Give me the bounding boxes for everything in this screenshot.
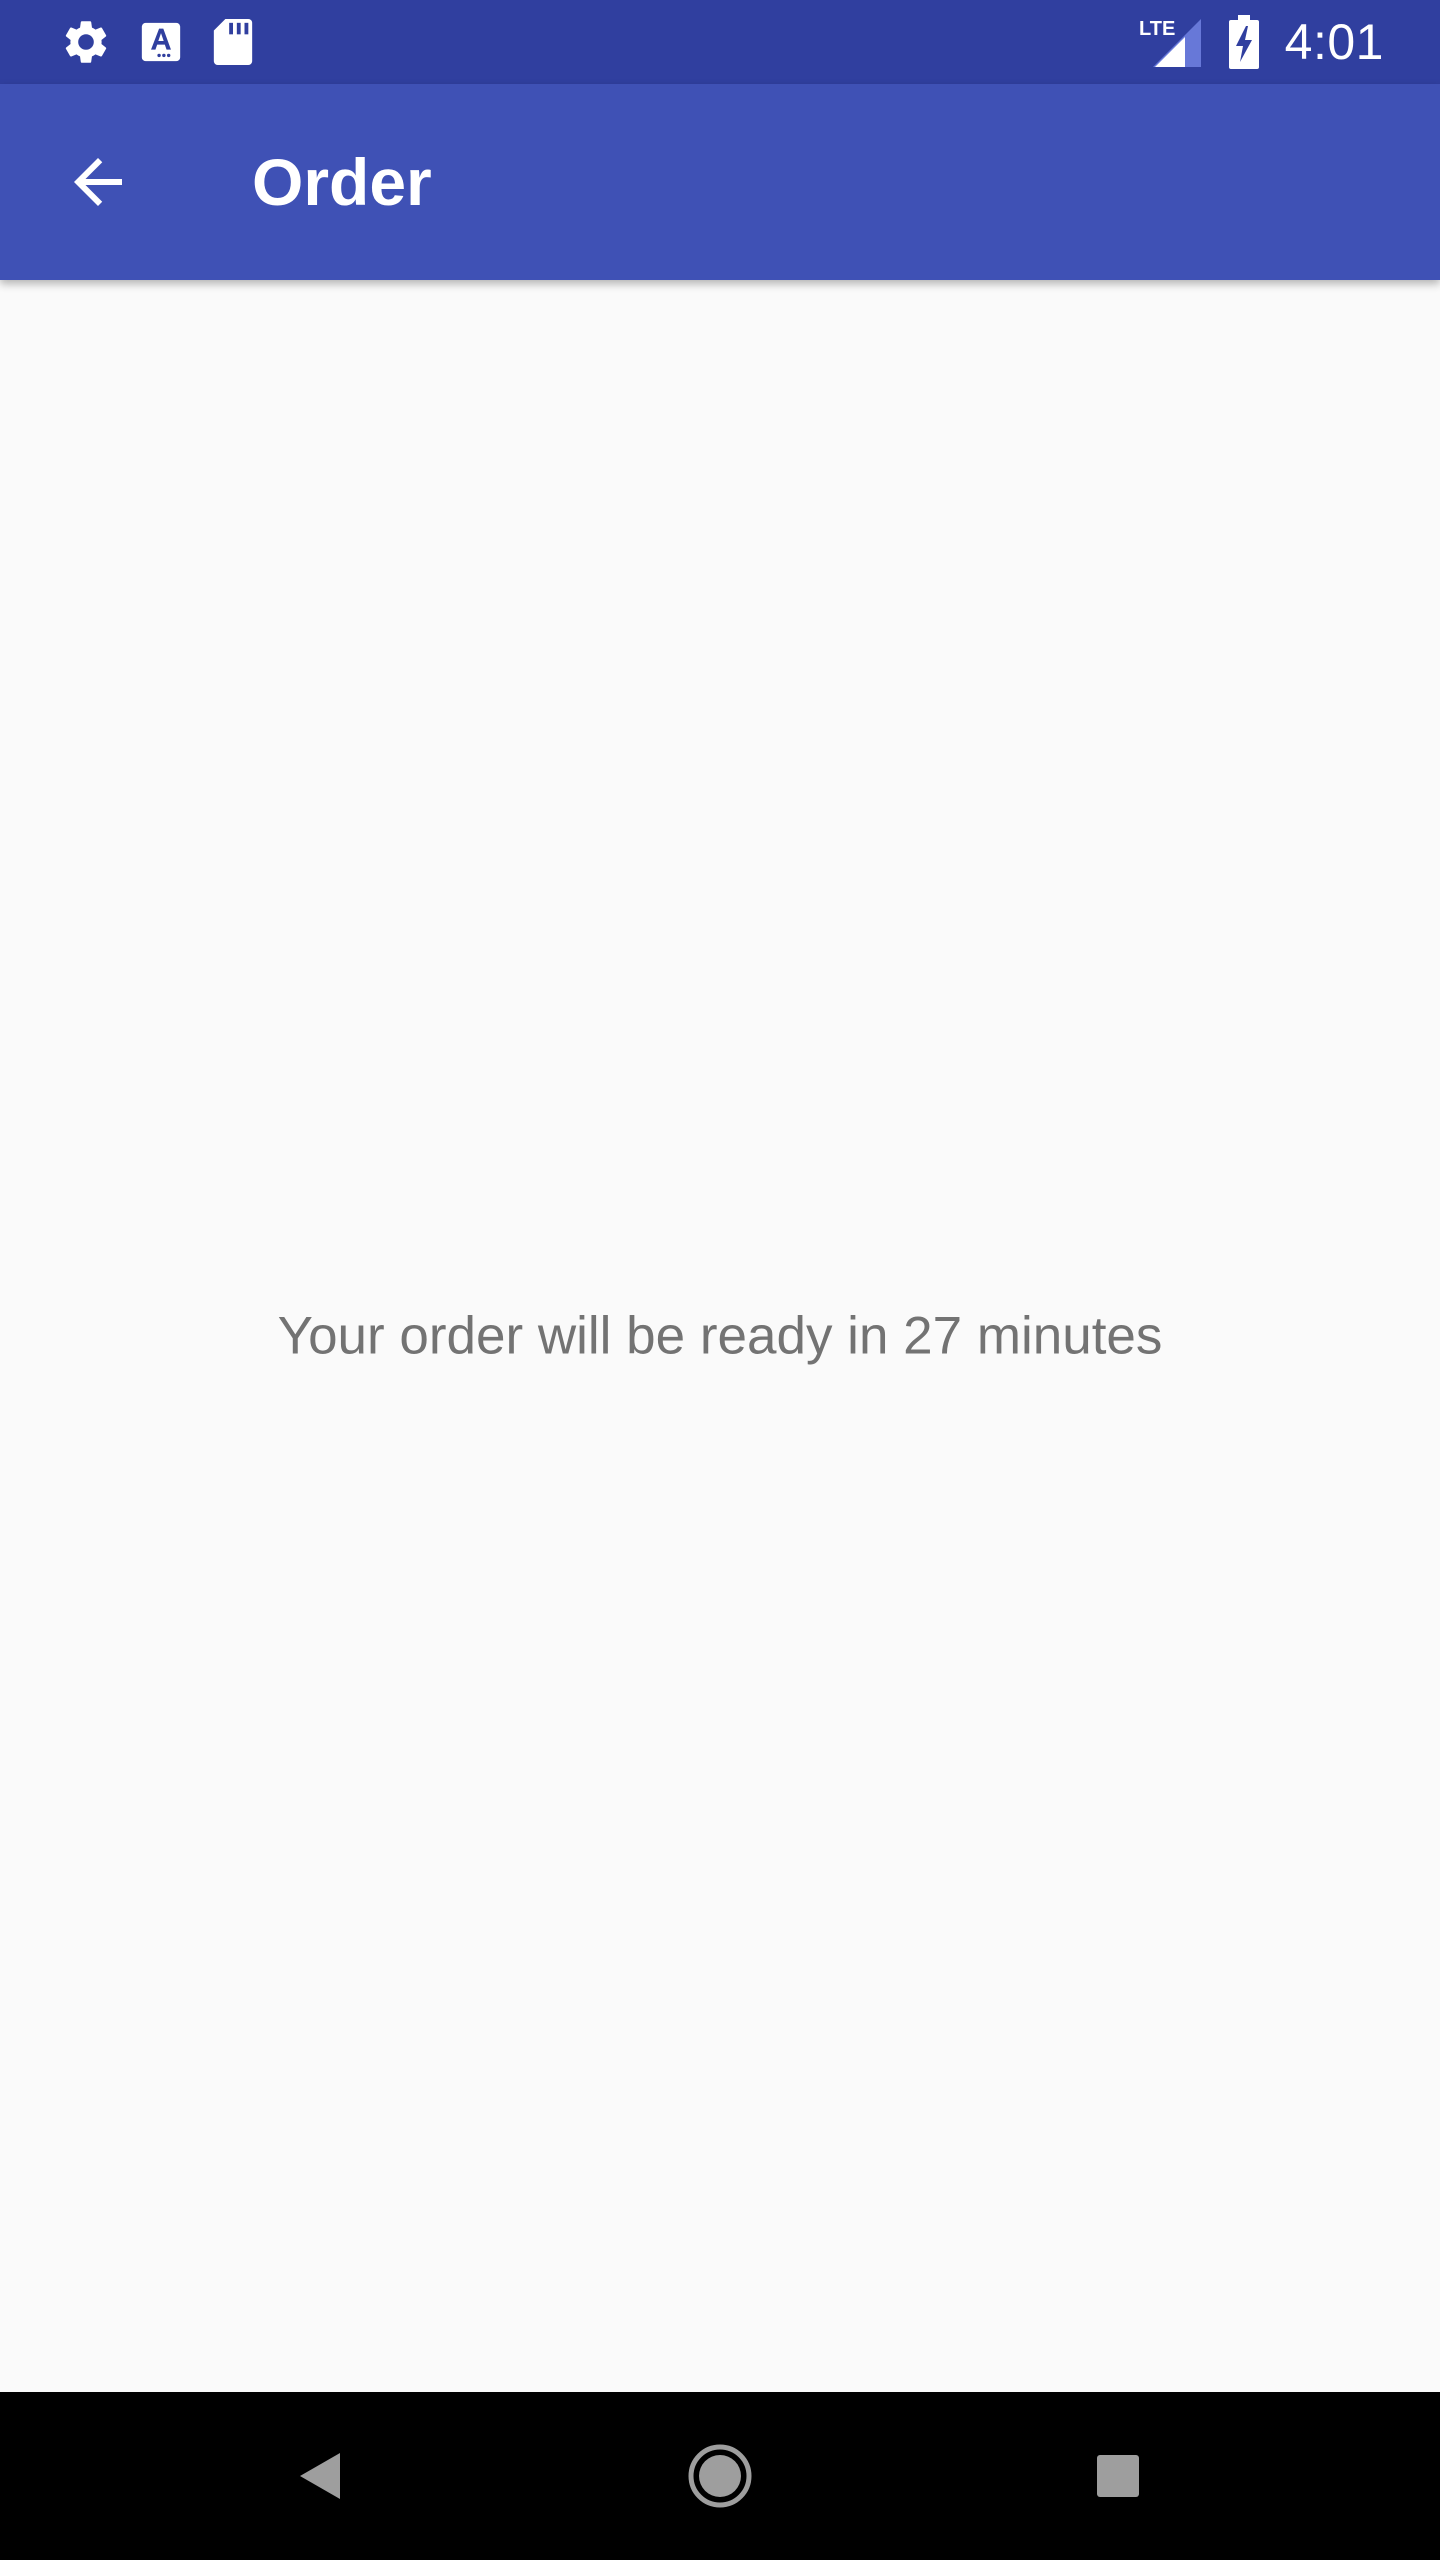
battery-charging-icon [1228,15,1259,69]
status-clock: 4:01 [1284,14,1384,70]
back-triangle-icon [300,2453,340,2499]
status-left-icons [60,14,256,70]
status-bar: LTE 4:01 [0,0,1440,84]
navigation-bar [0,2392,1440,2560]
nav-home-button[interactable] [636,2392,804,2560]
gear-icon [65,21,107,63]
nav-back-button[interactable] [236,2392,404,2560]
status-right-icons: LTE 4:01 [1139,0,1384,84]
signal-icon: LTE [1139,18,1201,67]
main-content: Your order will be ready in 27 minutes [0,280,1440,2392]
home-circle-icon [688,2444,752,2508]
app-bar: Order [0,84,1440,280]
arrow-back-icon [74,158,122,206]
text-a-icon [141,22,181,62]
back-button[interactable] [42,126,154,238]
network-type-label: LTE [1139,18,1175,40]
order-ready-message: Your order will be ready in 27 minutes [277,1306,1163,1366]
nav-recents-button[interactable] [1034,2392,1202,2560]
sd-card-icon [213,19,253,65]
page-title: Order [252,145,432,219]
recents-square-icon [1097,2455,1139,2497]
